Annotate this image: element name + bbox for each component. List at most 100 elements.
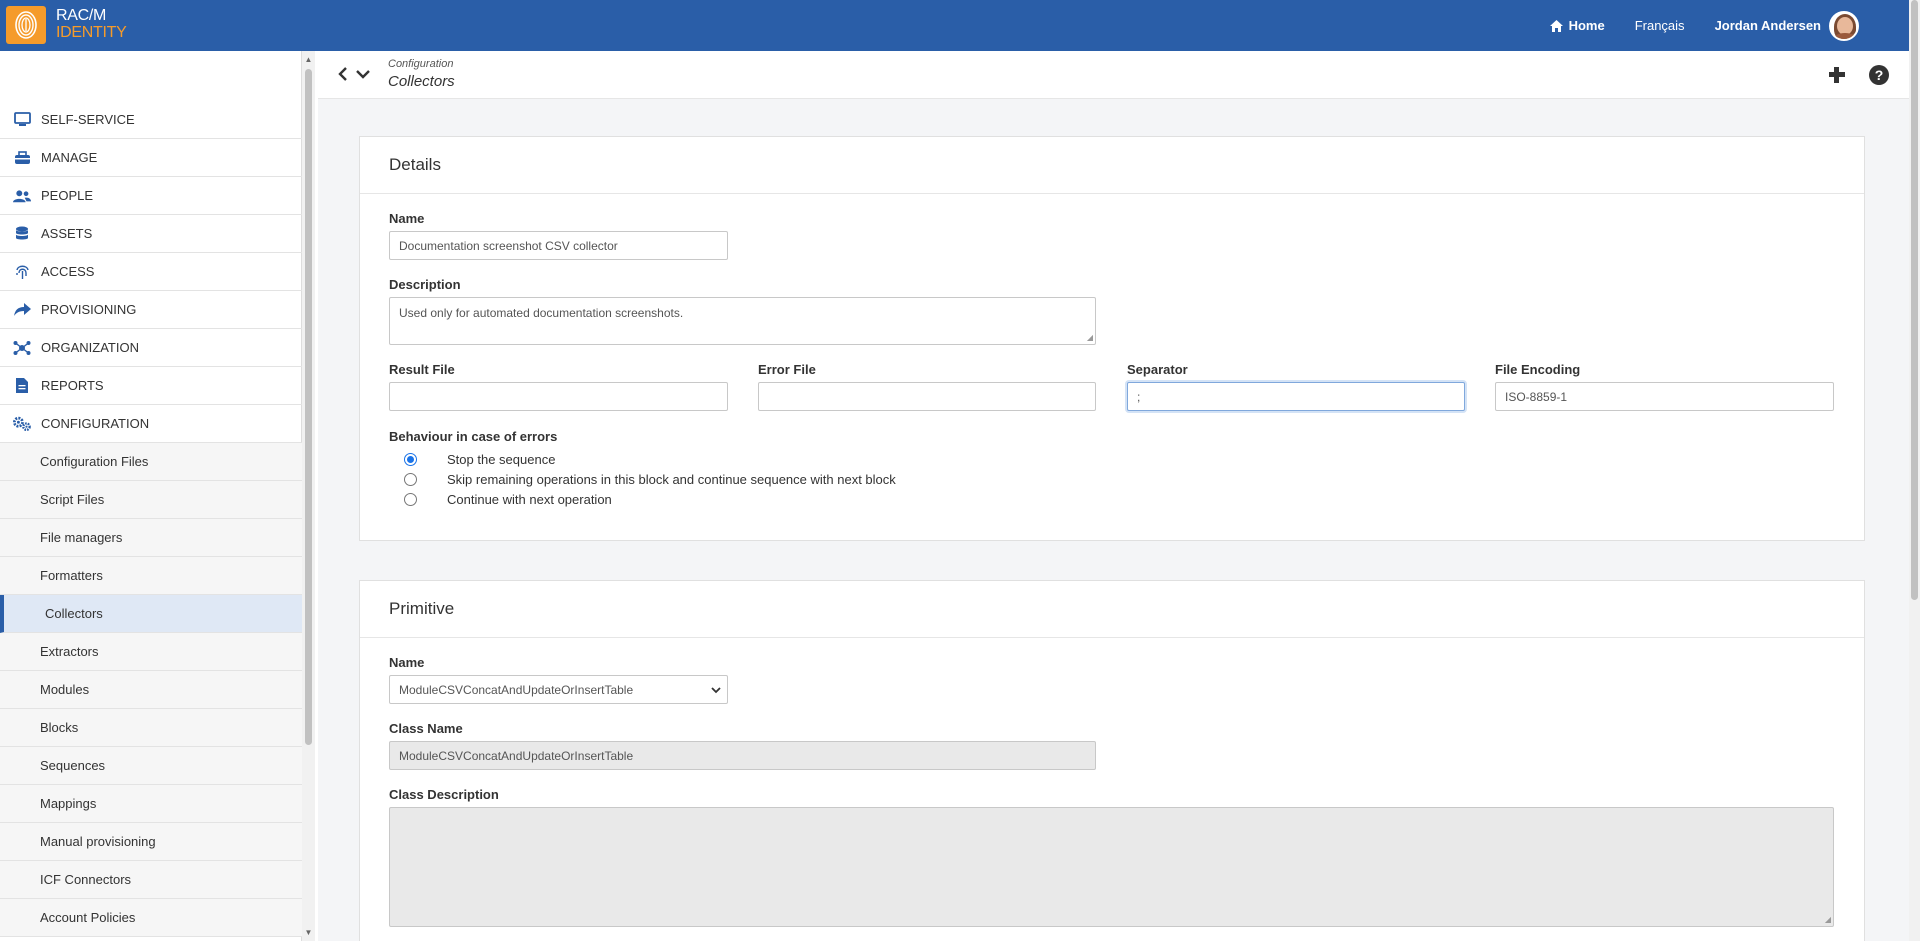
sidebar: SELF-SERVICE MANAGE PEOPLE ASSETS ACCESS…	[0, 51, 302, 941]
description-text: Used only for automated documentation sc…	[399, 306, 684, 320]
radio-label: Skip remaining operations in this block …	[447, 472, 896, 487]
user-name: Jordan Andersen	[1714, 18, 1821, 33]
sidebar-item-label: CONFIGURATION	[41, 416, 150, 431]
sidebar-item-label: REPORTS	[41, 378, 104, 393]
radio-button[interactable]	[404, 473, 417, 486]
resize-grip-icon[interactable]: ◢	[1825, 915, 1831, 924]
sidebar-item-reports[interactable]: REPORTS	[0, 367, 302, 405]
radio-continue[interactable]: Continue with next operation	[404, 492, 612, 507]
sidebar-subitem-mappings[interactable]: Mappings	[0, 785, 302, 823]
details-card: Details Name Documentation screenshot CS…	[359, 136, 1865, 541]
sidebar-subitem-icf-connectors[interactable]: ICF Connectors	[0, 861, 302, 899]
sidebar-item-label: PEOPLE	[41, 188, 94, 203]
sidebar-subitem-manual-provisioning[interactable]: Manual provisioning	[0, 823, 302, 861]
monitor-icon	[13, 111, 31, 129]
error-file-field[interactable]	[758, 382, 1096, 411]
class-name-label: Class Name	[389, 721, 463, 736]
encoding-field[interactable]: ISO-8859-1	[1495, 382, 1834, 411]
sidebar-item-label: MANAGE	[41, 150, 98, 165]
sidebar-item-label: ACCESS	[41, 264, 95, 279]
sidebar-item-configuration[interactable]: CONFIGURATION	[0, 405, 302, 443]
sidebar-item-label: SELF-SERVICE	[41, 112, 135, 127]
class-description-label: Class Description	[389, 787, 499, 802]
sidebar-subitem-blocks[interactable]: Blocks	[0, 709, 302, 747]
user-menu[interactable]: Jordan Andersen	[1714, 10, 1859, 41]
home-icon	[1549, 19, 1563, 32]
radio-label: Continue with next operation	[447, 492, 612, 507]
main-content: Configuration Collectors ? Details Name …	[318, 51, 1909, 941]
primitive-name-label: Name	[389, 655, 425, 670]
help-icon[interactable]: ?	[1869, 65, 1889, 85]
language-link[interactable]: Français	[1635, 18, 1685, 33]
name-label: Name	[389, 211, 425, 226]
sidebar-item-people[interactable]: PEOPLE	[0, 177, 302, 215]
sidebar-subitem-configuration-files[interactable]: Configuration Files	[0, 443, 302, 481]
header-actions: ?	[1827, 65, 1889, 85]
share-arrow-icon	[13, 301, 31, 319]
separator-label: Separator	[1127, 362, 1188, 377]
name-field[interactable]: Documentation screenshot CSV collector	[389, 231, 728, 260]
sidebar-item-assets[interactable]: ASSETS	[0, 215, 302, 253]
top-nav: Home Français Jordan Andersen	[1549, 0, 1859, 51]
behaviour-label: Behaviour in case of errors	[389, 429, 558, 444]
separator-field[interactable]: ;	[1127, 382, 1465, 411]
sidebar-subitem-formatters[interactable]: Formatters	[0, 557, 302, 595]
primitive-card: Primitive Name ModuleCSVConcatAndUpdateO…	[359, 580, 1865, 941]
fingerprint-logo-icon[interactable]	[6, 6, 46, 44]
avatar	[1829, 10, 1859, 41]
result-file-label: Result File	[389, 362, 455, 377]
class-name-field: ModuleCSVConcatAndUpdateOrInsertTable	[389, 741, 1096, 770]
gears-icon	[13, 415, 31, 433]
radio-button-selected[interactable]	[404, 453, 417, 466]
top-bar: RAC/M IDENTITY Home Français Jordan Ande…	[0, 0, 1909, 51]
home-link[interactable]: Home	[1549, 18, 1605, 33]
result-file-field[interactable]	[389, 382, 728, 411]
radio-skip-block[interactable]: Skip remaining operations in this block …	[404, 472, 896, 487]
sidebar-subitem-sequences[interactable]: Sequences	[0, 747, 302, 785]
file-icon	[13, 377, 31, 395]
chevron-left-icon[interactable]	[338, 67, 348, 81]
nav-arrows	[338, 67, 370, 81]
chevron-down-icon[interactable]	[356, 67, 370, 81]
toolbox-icon	[13, 149, 31, 167]
resize-grip-icon[interactable]: ◢	[1087, 333, 1093, 342]
page-scrollbar[interactable]	[1909, 0, 1920, 941]
sidebar-item-access[interactable]: ACCESS	[0, 253, 302, 291]
sidebar-subitem-collectors[interactable]: Collectors	[0, 595, 302, 633]
page-title: Collectors	[388, 73, 455, 90]
home-label: Home	[1568, 18, 1605, 33]
sidebar-item-label: ASSETS	[41, 226, 93, 241]
logo-line-2: IDENTITY	[56, 24, 127, 41]
class-description-field: ◢	[389, 807, 1834, 927]
logo-text: RAC/M IDENTITY	[56, 7, 127, 41]
sidebar-item-manage[interactable]: MANAGE	[0, 139, 302, 177]
sidebar-subitem-extractors[interactable]: Extractors	[0, 633, 302, 671]
scroll-down-icon[interactable]: ▼	[304, 928, 313, 937]
description-field[interactable]: Used only for automated documentation sc…	[389, 297, 1096, 345]
sidebar-item-self-service[interactable]: SELF-SERVICE	[0, 101, 302, 139]
breadcrumb: Configuration Collectors ?	[318, 51, 1909, 99]
primitive-name-select[interactable]: ModuleCSVConcatAndUpdateOrInsertTable	[389, 675, 728, 704]
sidebar-item-label: ORGANIZATION	[41, 340, 139, 355]
sidebar-menu: SELF-SERVICE MANAGE PEOPLE ASSETS ACCESS…	[0, 101, 302, 937]
sidebar-subitem-account-policies[interactable]: Account Policies	[0, 899, 302, 937]
sidebar-scrollbar[interactable]: ▲ ▼	[302, 51, 315, 941]
sidebar-subitem-script-files[interactable]: Script Files	[0, 481, 302, 519]
sidebar-item-organization[interactable]: ORGANIZATION	[0, 329, 302, 367]
error-file-label: Error File	[758, 362, 816, 377]
sidebar-subitem-file-managers[interactable]: File managers	[0, 519, 302, 557]
sidebar-item-provisioning[interactable]: PROVISIONING	[0, 291, 302, 329]
sidebar-subitem-modules[interactable]: Modules	[0, 671, 302, 709]
breadcrumb-parent[interactable]: Configuration	[388, 58, 453, 70]
add-icon[interactable]	[1827, 65, 1847, 85]
description-label: Description	[389, 277, 461, 292]
encoding-label: File Encoding	[1495, 362, 1581, 377]
chevron-down-icon	[711, 686, 721, 693]
users-icon	[13, 187, 31, 205]
logo-line-1: RAC/M	[56, 7, 107, 24]
details-title: Details	[360, 137, 1864, 194]
radio-stop-sequence[interactable]: Stop the sequence	[404, 452, 555, 467]
radio-button[interactable]	[404, 493, 417, 506]
scroll-up-icon[interactable]: ▲	[304, 55, 313, 64]
fingerprint-icon	[13, 263, 31, 281]
